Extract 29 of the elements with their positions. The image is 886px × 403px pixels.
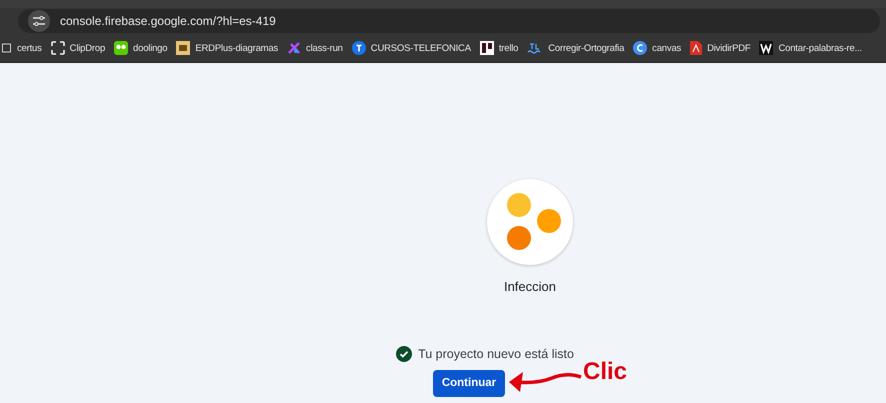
project-name: Infeccion xyxy=(504,279,556,294)
owl-icon xyxy=(114,41,128,55)
document-icon xyxy=(690,41,702,55)
letter-tile-icon xyxy=(759,41,774,55)
square-icon xyxy=(2,42,12,54)
bookmark[interactable]: DividirPDF xyxy=(690,41,750,55)
annotation-text: Clic xyxy=(582,358,627,386)
bookmark[interactable]: ERDPlus-diagramas xyxy=(176,41,278,55)
status-message: Tu proyecto nuevo está listo xyxy=(418,347,574,361)
tile-icon xyxy=(176,41,190,55)
check-icon xyxy=(396,346,412,362)
bookmark[interactable]: trello xyxy=(480,41,518,55)
continue-button[interactable]: Continuar xyxy=(432,370,505,396)
bookmark[interactable]: canvas xyxy=(633,41,682,55)
address-bar[interactable]: console.firebase.google.com/?hl=es-419 xyxy=(18,9,880,33)
sparkle-icon xyxy=(287,41,302,55)
bookmark[interactable]: Corregir-Ortografia xyxy=(527,41,624,55)
bookmark[interactable]: class-run xyxy=(287,41,343,55)
bookmark[interactable]: certus xyxy=(2,42,42,54)
bookmark[interactable]: doolingo xyxy=(114,41,168,55)
bookmark[interactable]: Contar-palabras-re... xyxy=(759,41,862,55)
settings-icon[interactable] xyxy=(33,16,45,26)
circle-icon xyxy=(352,41,366,55)
bookmark[interactable]: CURSOS-TELEFONICA xyxy=(352,41,471,55)
board-icon xyxy=(480,41,494,55)
bookmark[interactable]: ClipDrop xyxy=(50,41,106,55)
circle-icon xyxy=(633,41,648,55)
url-text: console.firebase.google.com/?hl=es-419 xyxy=(60,14,276,28)
bracket-icon xyxy=(50,41,65,55)
